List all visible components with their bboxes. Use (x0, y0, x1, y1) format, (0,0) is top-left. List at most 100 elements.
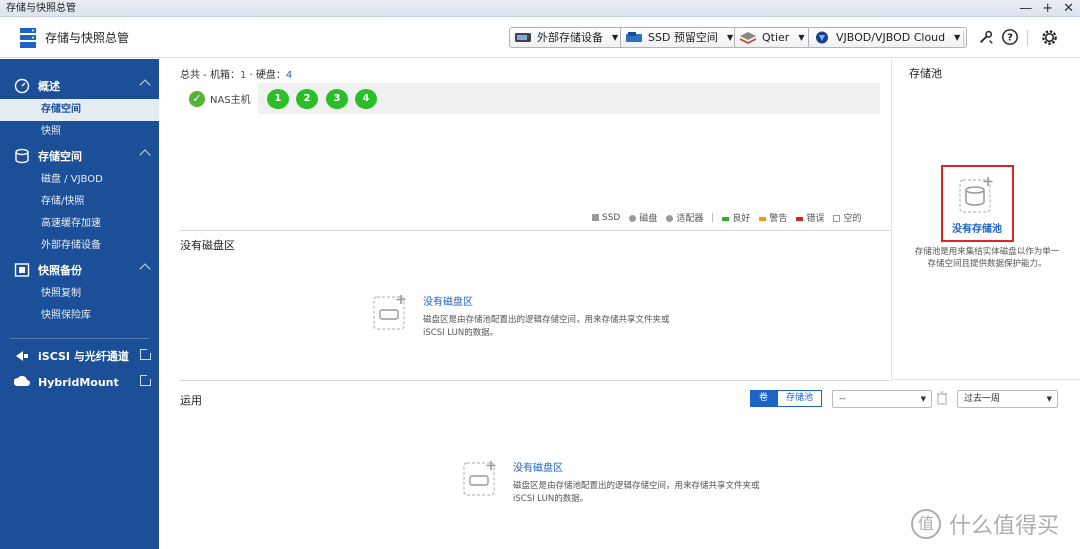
chevron-down-icon: ▼ (954, 33, 961, 42)
sidebar-group-snapshot-backup[interactable]: 快照备份 (0, 257, 159, 283)
chevron-down-icon: ▼ (1046, 395, 1052, 403)
main-content: 总共 - 机箱：1 · 硬盘：4 ✓ NAS主机 1 2 3 4 SSD 磁盘 … (159, 59, 1058, 549)
app-header: 存储与快照总管 外部存储设备 ▼ SSD 预留空间 ▼ Qtier ▼ VJBOD/V… (0, 18, 1080, 58)
vjbod-cloud-button[interactable]: VJBOD/VJBOD Cloud ▼ (808, 27, 968, 48)
watermark: 值 什么值得买 (911, 508, 1059, 540)
vjbod-cloud-icon (816, 31, 828, 44)
sidebar-item-overview-snapshot[interactable]: 快照 (0, 121, 159, 143)
chevron-down-icon: ▼ (612, 33, 619, 42)
settings-icon[interactable] (1039, 28, 1059, 48)
diagnostic-icon[interactable] (976, 28, 996, 48)
nas-host-tab[interactable]: ✓ NAS主机 (180, 83, 258, 114)
qtier-button[interactable]: Qtier ▼ (734, 27, 812, 48)
sidebar-item-overview-storage[interactable]: 存储空间 (0, 99, 159, 121)
chevron-up-icon (139, 79, 151, 91)
raid-empty-state: 没有磁盘区 磁盘区是由存储池配置出的逻辑存储空间，用来存储共享文件夹或 iSCS… (373, 293, 670, 340)
external-link-icon (140, 348, 152, 360)
sidebar: 概述 存储空间 快照 存储空间 磁盘 / VJBOD 存储/快照 高速缓存加速 … (0, 59, 159, 549)
empty-volume-icon (373, 295, 406, 330)
sidebar-group-iscsi[interactable]: iSCSI 与光纤通道 (0, 343, 159, 369)
external-storage-button[interactable]: 外部存储设备 ▼ (509, 27, 626, 48)
no-storage-pool-label[interactable]: 没有存储池 (943, 220, 1011, 235)
close-button[interactable]: ✕ (1063, 0, 1074, 17)
disk-count: 4 (285, 70, 293, 81)
raid-section-title: 没有磁盘区 (180, 239, 235, 252)
disk-slot[interactable]: 2 (296, 89, 318, 109)
usage-empty-title[interactable]: 没有磁盘区 (513, 459, 760, 474)
external-storage-icon (515, 33, 531, 42)
iscsi-icon (16, 351, 28, 361)
header-separator (963, 30, 964, 46)
external-link-icon (140, 374, 152, 386)
legend-warning: 警告 (759, 211, 787, 224)
sidebar-group-overview[interactable]: 概述 (0, 73, 159, 99)
legend-adapter: 适配器 (666, 211, 703, 224)
storage-pool-pane: 存储池 没有存储池 存储池是用来集结实体磁盘以作为单一存储空间且提供数据保护能力… (891, 59, 1080, 380)
legend-disk: 磁盘 (629, 211, 657, 224)
chevron-down-icon: ▼ (920, 395, 926, 403)
chevron-up-icon (139, 263, 151, 275)
period-select[interactable]: 过去一周 ▼ (957, 390, 1058, 408)
minimize-button[interactable]: — (1019, 0, 1032, 17)
volume-select[interactable]: -- ▼ (832, 390, 932, 408)
chevron-down-icon: ▼ (726, 33, 734, 42)
legend-empty: 空的 (833, 211, 861, 224)
chevron-down-icon: ▼ (798, 33, 805, 42)
svg-text:?: ? (1007, 33, 1013, 44)
usage-view-toggle: 卷 存储池 (750, 390, 823, 407)
storage-pool-title: 存储池 (909, 67, 942, 80)
hybridmount-icon (14, 375, 30, 386)
toggle-volume[interactable]: 卷 (750, 390, 778, 407)
watermark-logo: 值 (911, 509, 941, 539)
app-title: 存储与快照总管 (45, 31, 130, 45)
qtier-icon (740, 32, 756, 44)
watermark-text: 什么值得买 (949, 514, 1060, 539)
sidebar-group-storage[interactable]: 存储空间 (0, 143, 159, 169)
legend-error: 错误 (796, 211, 824, 224)
disk-slot[interactable]: 1 (267, 89, 289, 109)
maximize-button[interactable]: + (1042, 0, 1053, 17)
section-divider (180, 380, 891, 381)
storage-app-icon (20, 28, 36, 48)
sidebar-item-snapshot-replica[interactable]: 快照复制 (0, 283, 159, 305)
sidebar-item-snapshot-vault[interactable]: 快照保险库 (0, 305, 159, 327)
usage-section-title: 运用 (180, 394, 202, 407)
check-icon: ✓ (189, 90, 205, 107)
chevron-up-icon (139, 149, 151, 161)
window-title: 存储与快照总管 (6, 3, 76, 14)
sidebar-item-disks-vjbod[interactable]: 磁盘 / VJBOD (0, 169, 159, 191)
raid-empty-desc-1: 磁盘区是由存储池配置出的逻辑存储空间，用来存储共享文件夹或 (423, 315, 670, 325)
raid-empty-title[interactable]: 没有磁盘区 (423, 293, 670, 308)
ssd-overprovision-button[interactable]: SSD 预留空间 ▼ (620, 27, 741, 48)
sidebar-item-external-storage[interactable]: 外部存储设备 (0, 235, 159, 257)
sidebar-item-storage-snapshot[interactable]: 存储/快照 (0, 191, 159, 213)
usage-empty-desc-2: iSCSI LUN的数据。 (513, 494, 589, 504)
disk-slot[interactable]: 4 (355, 89, 377, 109)
storage-pool-add-icon (959, 177, 993, 213)
storage-pool-description: 存储池是用来集结实体磁盘以作为单一存储空间且提供数据保护能力。 (914, 247, 1060, 269)
header-separator (1027, 30, 1028, 46)
sidebar-item-cache-acceleration[interactable]: 高速缓存加速 (0, 213, 159, 235)
toggle-storage-pool[interactable]: 存储池 (777, 390, 823, 407)
window-titlebar: 存储与快照总管 — + ✕ (0, 0, 1080, 17)
legend-separator (712, 213, 714, 222)
enclosure-strip: ✓ NAS主机 1 2 3 4 (180, 83, 880, 114)
empty-volume-icon (463, 461, 496, 496)
summary-line: 总共 - 机箱：1 · 硬盘：4 (180, 70, 293, 81)
help-icon[interactable]: ? (1000, 28, 1020, 48)
disk-slot[interactable]: 3 (326, 89, 348, 109)
legend-good: 良好 (722, 211, 750, 224)
sidebar-group-hybridmount[interactable]: HybridMount (0, 369, 159, 395)
raid-empty-desc-2: iSCSI LUN的数据。 (423, 328, 499, 338)
trash-icon[interactable] (936, 391, 948, 405)
disk-legend: SSD 磁盘 适配器 良好 警告 错误 空的 (592, 211, 861, 224)
section-divider (180, 230, 891, 231)
storage-icon (15, 148, 29, 164)
legend-ssd: SSD (592, 213, 620, 223)
usage-empty-state: 没有磁盘区 磁盘区是由存储池配置出的逻辑存储空间，用来存储共享文件夹或 iSCS… (463, 459, 760, 506)
snapshot-backup-icon (14, 263, 30, 277)
no-storage-pool-highlight[interactable]: 没有存储池 (941, 165, 1014, 242)
overview-icon (14, 78, 30, 94)
ssd-overprovision-icon (626, 32, 642, 42)
usage-empty-desc-1: 磁盘区是由存储池配置出的逻辑存储空间，用来存储共享文件夹或 (513, 481, 760, 491)
